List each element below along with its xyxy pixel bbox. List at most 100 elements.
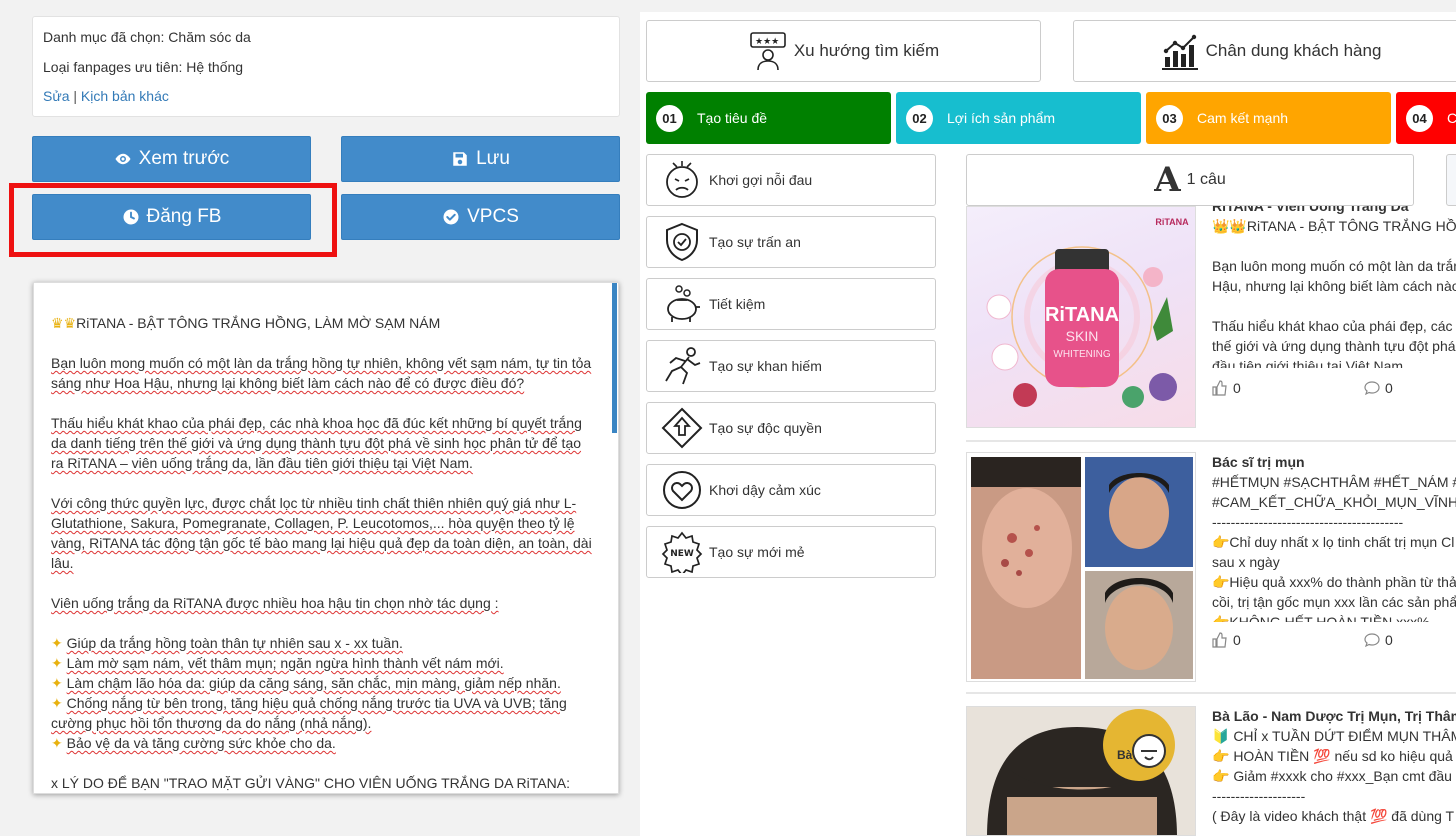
category-saving[interactable]: Tiết kiệm: [646, 278, 936, 330]
editor-benefit-list: ✦ Giúp da trắng hồng toàn thân tự nhiên …: [51, 633, 596, 753]
sample-post-2[interactable]: Bác sĩ trị mụn #HẾTMỤN #SẠCHTHÂM #HẾT_NÁ…: [966, 452, 1456, 684]
other-script-link[interactable]: Kịch bản khác: [81, 88, 169, 104]
floppy-disk-icon: [453, 152, 467, 166]
editor-paragraph-2: Thấu hiểu khát khao của phái đẹp, các nh…: [51, 415, 582, 471]
length-option-one-sentence[interactable]: A 1 câu: [966, 154, 1414, 206]
post-title: RiTANA - Viên Uống Trắng Da: [1212, 206, 1409, 214]
like-count-value: 0: [1233, 380, 1241, 396]
post-text: RiTANA - Viên Uống Trắng Da 👑👑RiTANA - B…: [1212, 206, 1456, 368]
comment-count[interactable]: 0: [1364, 380, 1456, 396]
acne-photo: [967, 453, 1195, 681]
like-count[interactable]: 0: [1212, 380, 1364, 396]
svg-text:RiTANA: RiTANA: [1155, 217, 1189, 227]
selected-category-label: Danh mục đã chọn: Chăm sóc da: [43, 29, 251, 45]
customer-persona-card[interactable]: Chân dung khách hàng: [1073, 20, 1456, 82]
sample-post-1[interactable]: RiTANA SKIN WHITENING RiTANA RiTANA - Vi…: [966, 206, 1456, 436]
post-line: cồi, trị tận gốc mụn xxx lần các sản phẩ: [1212, 594, 1456, 610]
step-label: Lợi ích sản phẩm: [947, 110, 1056, 126]
sparkle-icon: ✦: [51, 695, 67, 711]
post-line: --------------------: [1212, 788, 1306, 804]
post-line: 👉 HOÀN TIỀN 💯 nếu sd ko hiệu quả: [1212, 748, 1453, 764]
vpcs-button[interactable]: VPCS: [341, 194, 620, 240]
step-number: 04: [1406, 104, 1433, 132]
category-emotion[interactable]: Khơi dậy cảm xúc: [646, 464, 936, 516]
search-trends-label: Xu hướng tìm kiếm: [793, 41, 940, 60]
selected-category-panel: Danh mục đã chọn: Chăm sóc da Loại fanpa…: [32, 16, 620, 117]
category-scarcity[interactable]: Tạo sự khan hiếm: [646, 340, 936, 392]
like-count-value: 0: [1233, 632, 1241, 648]
category-novelty[interactable]: NEW Tạo sự mới mẻ: [646, 526, 936, 578]
category-label: Tiết kiệm: [709, 296, 766, 312]
post-line: Hậu, nhưng lại không biết làm cách nào: [1212, 278, 1456, 294]
product-photo: RiTANA SKIN WHITENING RiTANA: [986, 217, 1189, 408]
editor-scrollbar[interactable]: [612, 283, 617, 433]
step-tab-3[interactable]: 03 Cam kết mạnh: [1146, 92, 1391, 144]
post-divider: [966, 440, 1456, 442]
editor-title-text: RiTANA - BẬT TÔNG TRẮNG HỒNG, LÀM MỜ SẠM…: [76, 315, 441, 331]
trend-reviewer-icon: ★★★: [750, 32, 786, 71]
step-tab-1[interactable]: 01 Tạo tiêu đề: [646, 92, 891, 144]
sparkle-icon: ✦: [51, 635, 67, 651]
step-label: Tạo tiêu đề: [697, 110, 768, 126]
post-line: ( Đây là video khách thật 💯 đã dùng T: [1212, 808, 1455, 824]
category-label: Tạo sự khan hiếm: [709, 358, 822, 374]
post-image: RiTANA SKIN WHITENING RiTANA: [966, 206, 1196, 428]
category-label: Khơi dậy cảm xúc: [709, 482, 821, 498]
post-line-blank: [1212, 236, 1456, 256]
post-line: sau x ngày: [1212, 554, 1280, 570]
save-button-label: Lưu: [476, 148, 510, 169]
benefit-item: ✦ Bảo vệ da và tăng cường sức khỏe cho d…: [51, 735, 336, 751]
comment-icon: [1364, 633, 1380, 648]
benefit-item: ✦ Làm chậm lão hóa da: giúp da căng sáng…: [51, 675, 561, 691]
editor-paragraph-3: Với công thức quyền lực, được chắt lọc t…: [51, 495, 592, 571]
editor-paragraph-5: x LÝ DO ĐỂ BẠN "TRAO MẶT GỬI VÀNG" CHO V…: [51, 775, 570, 791]
benefit-text: Làm chậm lão hóa da: giúp da căng sáng, …: [66, 675, 561, 691]
post-title: Bác sĩ trị mụn: [1212, 454, 1305, 470]
comment-count-value: 0: [1385, 380, 1393, 396]
post-stats: 0 0: [1212, 632, 1456, 648]
editor-body: ♛♛RiTANA - BẬT TÔNG TRẮNG HỒNG, LÀM MỜ S…: [34, 283, 618, 793]
svg-text:★★★: ★★★: [755, 37, 779, 47]
category-label: Khơi gợi nỗi đau: [709, 172, 813, 188]
post-line: #HẾTMỤN #SẠCHTHÂM #HẾT_NÁM #: [1212, 474, 1456, 490]
length-option-next[interactable]: [1446, 154, 1456, 206]
post-line: 👉Hiệu quả xxx% do thành phần từ thả: [1212, 574, 1456, 590]
svg-text:SKIN: SKIN: [1066, 328, 1099, 344]
red-highlight-box: [9, 183, 337, 257]
post-line-blank: [1212, 296, 1456, 316]
benefit-text: Giúp da trắng hồng toàn thân tự nhiên sa…: [66, 635, 403, 651]
step-label: Cam kết mạnh: [1197, 110, 1289, 126]
step-label: C: [1447, 110, 1456, 126]
like-count[interactable]: 0: [1212, 632, 1364, 648]
thumbs-up-icon: [1212, 380, 1227, 396]
link-separator: |: [69, 88, 81, 104]
comment-icon: [1364, 381, 1380, 396]
comment-count[interactable]: 0: [1364, 632, 1456, 648]
svg-text:RiTANA: RiTANA: [1045, 304, 1119, 326]
category-label: Tạo sự độc quyền: [709, 420, 822, 436]
save-button[interactable]: Lưu: [341, 136, 620, 182]
post-stats: 0 0: [1212, 380, 1456, 396]
sparkle-icon: ✦: [51, 655, 67, 671]
post-text: Bà Lão - Nam Dược Trị Mụn, Trị Thâm 🔰 CH…: [1212, 706, 1456, 826]
category-reassurance[interactable]: Tạo sự trấn an: [646, 216, 936, 268]
pain-face-icon: [666, 161, 698, 198]
customer-persona-label: Chân dung khách hàng: [1205, 41, 1382, 60]
post-content-editor[interactable]: ♛♛RiTANA - BẬT TÔNG TRẮNG HỒNG, LÀM MỜ S…: [33, 282, 619, 794]
preview-button[interactable]: Xem trước: [32, 136, 311, 182]
search-trends-card[interactable]: ★★★ Xu hướng tìm kiếm: [646, 20, 1041, 82]
category-exclusivity[interactable]: Tạo sự độc quyền: [646, 402, 936, 454]
sample-post-3[interactable]: Bà Bà Lão - Nam Dược Trị Mụn, Trị Thâm 🔰…: [966, 706, 1456, 836]
post-line: 👉 Giảm #xxxk cho #xxx_Bạn cmt đầu: [1212, 768, 1452, 784]
preview-button-label: Xem trước: [138, 148, 230, 169]
edit-link[interactable]: Sửa: [43, 88, 70, 104]
editor-paragraph-4: Viên uống trắng da RiTANA được nhiều hoa…: [51, 595, 499, 611]
benefit-item: ✦ Làm mờ sạm nám, vết thâm mụn; ngăn ngừ…: [51, 655, 504, 671]
category-pain-point[interactable]: Khơi gợi nỗi đau: [646, 154, 936, 206]
step-tab-4[interactable]: 04 C: [1396, 92, 1456, 144]
piggy-bank-icon: [667, 285, 700, 322]
post-divider: [966, 692, 1456, 694]
sparkle-icon: ✦: [51, 735, 67, 751]
benefit-text: Bảo vệ da và tăng cường sức khỏe cho da.: [66, 735, 336, 751]
step-tab-2[interactable]: 02 Lợi ích sản phẩm: [896, 92, 1141, 144]
